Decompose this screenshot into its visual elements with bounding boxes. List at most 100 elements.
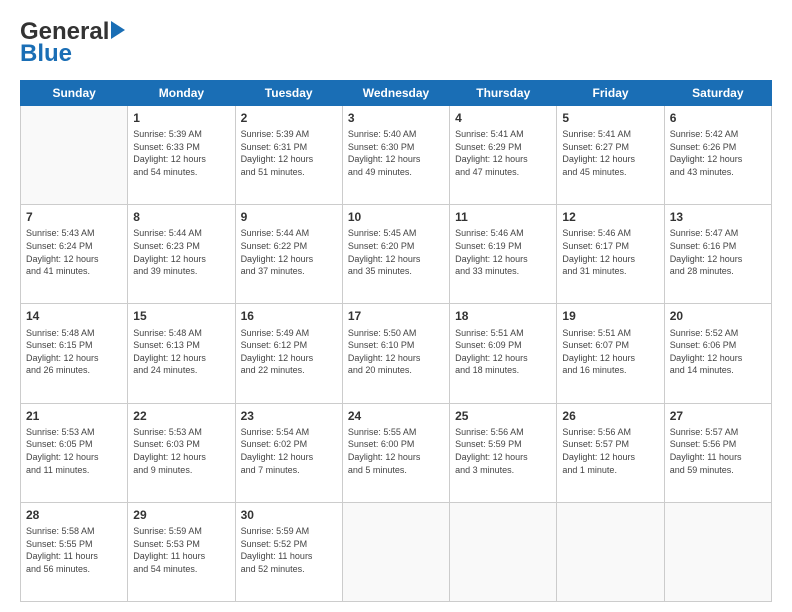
day-cell: 14 Sunrise: 5:48 AM Sunset: 6:15 PM Dayli… [21,304,128,403]
day-info: Sunrise: 5:42 AM Sunset: 6:26 PM Dayligh… [670,128,766,178]
day-number: 21 [26,408,122,424]
day-number: 14 [26,308,122,324]
day-number: 24 [348,408,444,424]
col-header-monday: Monday [128,81,235,106]
day-info: Sunrise: 5:47 AM Sunset: 6:16 PM Dayligh… [670,227,766,277]
day-info: Sunrise: 5:53 AM Sunset: 6:05 PM Dayligh… [26,426,122,476]
day-cell: 22 Sunrise: 5:53 AM Sunset: 6:03 PM Dayli… [128,403,235,502]
day-cell: 29 Sunrise: 5:59 AM Sunset: 5:53 PM Dayli… [128,502,235,601]
day-number: 9 [241,209,337,225]
day-cell: 20 Sunrise: 5:52 AM Sunset: 6:06 PM Dayli… [664,304,771,403]
day-cell: 9Sunrise: 5:44 AM Sunset: 6:22 PM Daylig… [235,205,342,304]
day-info: Sunrise: 5:40 AM Sunset: 6:30 PM Dayligh… [348,128,444,178]
day-cell: 19 Sunrise: 5:51 AM Sunset: 6:07 PM Dayli… [557,304,664,403]
day-cell: 25Sunrise: 5:56 AM Sunset: 5:59 PM Dayli… [450,403,557,502]
day-cell: 7Sunrise: 5:43 AM Sunset: 6:24 PM Daylig… [21,205,128,304]
day-info: Sunrise: 5:43 AM Sunset: 6:24 PM Dayligh… [26,227,122,277]
header: General Blue [20,18,772,68]
day-number: 12 [562,209,658,225]
day-number: 22 [133,408,229,424]
col-header-friday: Friday [557,81,664,106]
week-row-4: 21 Sunrise: 5:53 AM Sunset: 6:05 PM Dayli… [21,403,772,502]
day-cell: 15 Sunrise: 5:48 AM Sunset: 6:13 PM Dayli… [128,304,235,403]
week-row-1: 1Sunrise: 5:39 AM Sunset: 6:33 PM Daylig… [21,106,772,205]
day-info: Sunrise: 5:54 AM Sunset: 6:02 PM Dayligh… [241,426,337,476]
day-info: Sunrise: 5:52 AM Sunset: 6:06 PM Dayligh… [670,327,766,377]
day-cell [21,106,128,205]
day-number: 15 [133,308,229,324]
week-row-5: 28Sunrise: 5:58 AM Sunset: 5:55 PM Dayli… [21,502,772,601]
day-info: Sunrise: 5:39 AM Sunset: 6:31 PM Dayligh… [241,128,337,178]
day-info: Sunrise: 5:51 AM Sunset: 6:07 PM Dayligh… [562,327,658,377]
day-info: Sunrise: 5:45 AM Sunset: 6:20 PM Dayligh… [348,227,444,277]
page: General Blue SundayMondayTuesdayWednesda… [0,0,792,612]
day-info: Sunrise: 5:41 AM Sunset: 6:29 PM Dayligh… [455,128,551,178]
day-info: Sunrise: 5:48 AM Sunset: 6:13 PM Dayligh… [133,327,229,377]
day-cell: 6 Sunrise: 5:42 AM Sunset: 6:26 PM Daylig… [664,106,771,205]
day-info: Sunrise: 5:51 AM Sunset: 6:09 PM Dayligh… [455,327,551,377]
day-number: 8 [133,209,229,225]
day-number: 27 [670,408,766,424]
day-number: 3 [348,110,444,126]
day-number: 30 [241,507,337,523]
col-header-wednesday: Wednesday [342,81,449,106]
col-header-saturday: Saturday [664,81,771,106]
col-header-tuesday: Tuesday [235,81,342,106]
day-cell: 5Sunrise: 5:41 AM Sunset: 6:27 PM Daylig… [557,106,664,205]
day-cell: 18 Sunrise: 5:51 AM Sunset: 6:09 PM Dayli… [450,304,557,403]
day-cell [342,502,449,601]
logo-blue: Blue [20,40,72,68]
logo-arrow-icon [111,21,125,39]
day-cell: 2Sunrise: 5:39 AM Sunset: 6:31 PM Daylig… [235,106,342,205]
day-info: Sunrise: 5:56 AM Sunset: 5:59 PM Dayligh… [455,426,551,476]
day-info: Sunrise: 5:48 AM Sunset: 6:15 PM Dayligh… [26,327,122,377]
logo: General Blue [20,18,125,68]
day-number: 23 [241,408,337,424]
day-info: Sunrise: 5:55 AM Sunset: 6:00 PM Dayligh… [348,426,444,476]
day-info: Sunrise: 5:49 AM Sunset: 6:12 PM Dayligh… [241,327,337,377]
day-number: 4 [455,110,551,126]
col-header-thursday: Thursday [450,81,557,106]
day-cell: 28Sunrise: 5:58 AM Sunset: 5:55 PM Dayli… [21,502,128,601]
day-cell: 10 Sunrise: 5:45 AM Sunset: 6:20 PM Dayli… [342,205,449,304]
day-number: 5 [562,110,658,126]
day-cell: 13 Sunrise: 5:47 AM Sunset: 6:16 PM Dayli… [664,205,771,304]
day-number: 18 [455,308,551,324]
week-row-3: 14 Sunrise: 5:48 AM Sunset: 6:15 PM Dayli… [21,304,772,403]
day-number: 29 [133,507,229,523]
day-cell: 21 Sunrise: 5:53 AM Sunset: 6:05 PM Dayli… [21,403,128,502]
calendar-body: 1Sunrise: 5:39 AM Sunset: 6:33 PM Daylig… [21,106,772,602]
day-cell: 11 Sunrise: 5:46 AM Sunset: 6:19 PM Dayli… [450,205,557,304]
day-cell: 16 Sunrise: 5:49 AM Sunset: 6:12 PM Dayli… [235,304,342,403]
day-number: 10 [348,209,444,225]
day-number: 20 [670,308,766,324]
day-number: 28 [26,507,122,523]
day-info: Sunrise: 5:57 AM Sunset: 5:56 PM Dayligh… [670,426,766,476]
day-cell: 17 Sunrise: 5:50 AM Sunset: 6:10 PM Dayli… [342,304,449,403]
day-number: 16 [241,308,337,324]
day-number: 13 [670,209,766,225]
day-info: Sunrise: 5:46 AM Sunset: 6:19 PM Dayligh… [455,227,551,277]
day-cell: 1Sunrise: 5:39 AM Sunset: 6:33 PM Daylig… [128,106,235,205]
col-header-sunday: Sunday [21,81,128,106]
day-cell: 23 Sunrise: 5:54 AM Sunset: 6:02 PM Dayli… [235,403,342,502]
day-info: Sunrise: 5:59 AM Sunset: 5:53 PM Dayligh… [133,525,229,575]
day-cell: 30Sunrise: 5:59 AM Sunset: 5:52 PM Dayli… [235,502,342,601]
day-cell: 3 Sunrise: 5:40 AM Sunset: 6:30 PM Daylig… [342,106,449,205]
day-info: Sunrise: 5:56 AM Sunset: 5:57 PM Dayligh… [562,426,658,476]
day-info: Sunrise: 5:50 AM Sunset: 6:10 PM Dayligh… [348,327,444,377]
day-number: 19 [562,308,658,324]
calendar-table: SundayMondayTuesdayWednesdayThursdayFrid… [20,80,772,602]
day-cell: 27 Sunrise: 5:57 AM Sunset: 5:56 PM Dayli… [664,403,771,502]
day-info: Sunrise: 5:53 AM Sunset: 6:03 PM Dayligh… [133,426,229,476]
day-cell: 24 Sunrise: 5:55 AM Sunset: 6:00 PM Dayli… [342,403,449,502]
day-number: 17 [348,308,444,324]
day-info: Sunrise: 5:46 AM Sunset: 6:17 PM Dayligh… [562,227,658,277]
day-number: 1 [133,110,229,126]
day-cell [450,502,557,601]
day-number: 11 [455,209,551,225]
day-cell: 12 Sunrise: 5:46 AM Sunset: 6:17 PM Dayli… [557,205,664,304]
day-cell [664,502,771,601]
day-number: 6 [670,110,766,126]
day-cell: 4 Sunrise: 5:41 AM Sunset: 6:29 PM Daylig… [450,106,557,205]
